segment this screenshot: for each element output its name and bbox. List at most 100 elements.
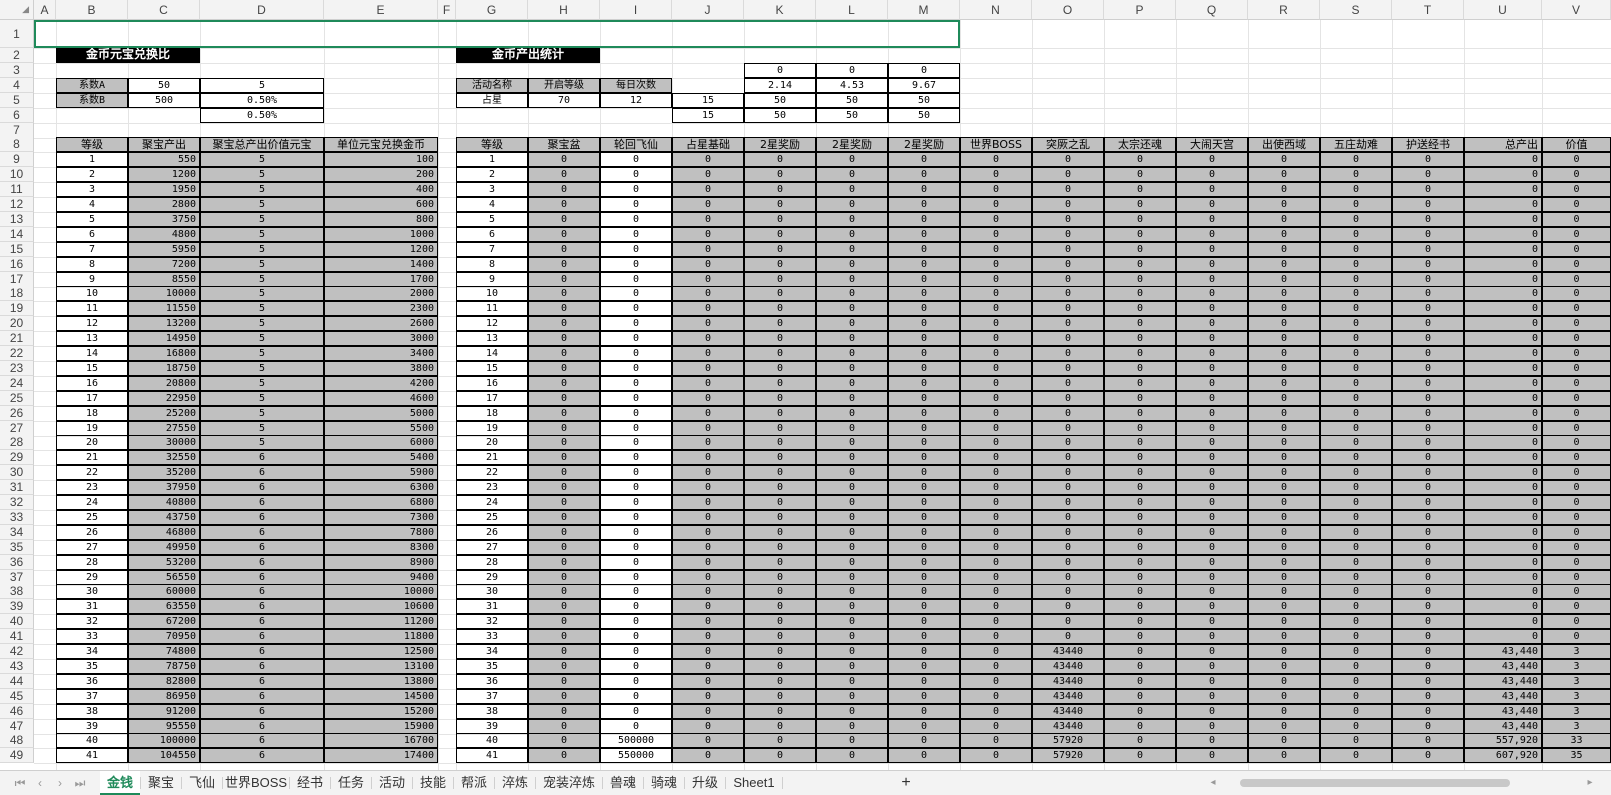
left-cell-output: 22950 [128, 390, 200, 406]
select-all-corner[interactable]: ◢ [0, 0, 34, 20]
sheet-tab-4[interactable]: 经书 [290, 771, 330, 795]
row-header-27[interactable]: 27 [0, 420, 34, 436]
row-header-5[interactable]: 5 [0, 92, 34, 108]
row-header-31[interactable]: 31 [0, 480, 34, 496]
row-header-3[interactable]: 3 [0, 62, 34, 78]
row-header-33[interactable]: 33 [0, 509, 34, 525]
sheet-tab-13[interactable]: 升级 [685, 771, 725, 795]
right-cell-l: 0 [816, 256, 888, 272]
row-header-26[interactable]: 26 [0, 405, 34, 421]
column-header-U[interactable]: U [1464, 0, 1542, 20]
scroll-right-icon[interactable]: ▸ [1582, 775, 1598, 791]
row-header-4[interactable]: 4 [0, 77, 34, 93]
row-header-48[interactable]: 48 [0, 733, 34, 749]
column-header-B[interactable]: B [56, 0, 128, 20]
row-header-37[interactable]: 37 [0, 569, 34, 585]
column-header-K[interactable]: K [744, 0, 816, 20]
column-header-D[interactable]: D [200, 0, 324, 20]
column-header-V[interactable]: V [1542, 0, 1611, 20]
row-header-13[interactable]: 13 [0, 211, 34, 227]
row-header-20[interactable]: 20 [0, 316, 34, 332]
row-header-29[interactable]: 29 [0, 450, 34, 466]
row-header-9[interactable]: 9 [0, 152, 34, 168]
row-header-14[interactable]: 14 [0, 226, 34, 242]
sheet-tab-8[interactable]: 帮派 [454, 771, 494, 795]
spreadsheet-grid[interactable]: ◢ ABCDEFGHIJKLMNOPQRSTUV 1 2 3 4 5 6 7 8 9 10 11 12… [0, 0, 1611, 770]
row-header-32[interactable]: 32 [0, 495, 34, 510]
first-sheet-icon[interactable]: ⏮ [12, 775, 28, 791]
column-header-H[interactable]: H [528, 0, 600, 20]
row-header-38[interactable]: 38 [0, 584, 34, 600]
row-header-44[interactable]: 44 [0, 673, 34, 689]
row-header-41[interactable]: 41 [0, 629, 34, 645]
column-header-N[interactable]: N [960, 0, 1032, 20]
row-header-47[interactable]: 47 [0, 718, 34, 734]
last-sheet-icon[interactable]: ⏭ [72, 775, 88, 791]
row-header-34[interactable]: 34 [0, 524, 34, 540]
row-header-25[interactable]: 25 [0, 390, 34, 406]
row-header-17[interactable]: 17 [0, 271, 34, 287]
column-header-J[interactable]: J [672, 0, 744, 20]
column-header-S[interactable]: S [1320, 0, 1392, 20]
row-header-28[interactable]: 28 [0, 435, 34, 451]
row-header-49[interactable]: 49 [0, 748, 34, 764]
right-cell-k: 0 [744, 509, 816, 525]
row-header-1[interactable]: 1 [0, 20, 34, 48]
column-header-R[interactable]: R [1248, 0, 1320, 20]
row-header-24[interactable]: 24 [0, 375, 34, 391]
row-header-39[interactable]: 39 [0, 599, 34, 615]
row-header-12[interactable]: 12 [0, 197, 34, 212]
column-header-I[interactable]: I [600, 0, 672, 20]
column-header-E[interactable]: E [324, 0, 438, 20]
scroll-left-icon[interactable]: ◂ [1205, 775, 1221, 791]
row-header-22[interactable]: 22 [0, 346, 34, 361]
column-header-O[interactable]: O [1032, 0, 1104, 20]
prev-sheet-icon[interactable]: ‹ [32, 775, 48, 791]
horizontal-scrollbar[interactable] [1240, 779, 1510, 787]
row-header-10[interactable]: 10 [0, 167, 34, 183]
sheet-tab-1[interactable]: 聚宝 [141, 771, 181, 795]
row-header-43[interactable]: 43 [0, 658, 34, 674]
sheet-tab-3[interactable]: 世界BOSS [223, 771, 289, 795]
row-header-35[interactable]: 35 [0, 539, 34, 555]
row-header-46[interactable]: 46 [0, 703, 34, 719]
row-header-18[interactable]: 18 [0, 286, 34, 302]
row-header-15[interactable]: 15 [0, 241, 34, 257]
sheet-tab-6[interactable]: 活动 [372, 771, 412, 795]
sheet-tab-2[interactable]: 飞仙 [182, 771, 222, 795]
selected-range[interactable] [34, 20, 960, 48]
row-header-19[interactable]: 19 [0, 301, 34, 317]
sheet-tab-0[interactable]: 金钱 [100, 771, 140, 795]
row-header-16[interactable]: 16 [0, 256, 34, 272]
column-header-L[interactable]: L [816, 0, 888, 20]
row-header-40[interactable]: 40 [0, 614, 34, 630]
sheet-tab-7[interactable]: 技能 [413, 771, 453, 795]
column-header-G[interactable]: G [456, 0, 528, 20]
next-sheet-icon[interactable]: › [52, 775, 68, 791]
row-header-42[interactable]: 42 [0, 644, 34, 659]
sheet-tab-5[interactable]: 任务 [331, 771, 371, 795]
row-header-7[interactable]: 7 [0, 122, 34, 138]
column-header-Q[interactable]: Q [1176, 0, 1248, 20]
row-header-8[interactable]: 8 [0, 137, 34, 153]
row-header-30[interactable]: 30 [0, 465, 34, 481]
row-header-11[interactable]: 11 [0, 182, 34, 198]
sheet-tab-9[interactable]: 淬炼 [495, 771, 535, 795]
sheet-tab-12[interactable]: 骑魂 [644, 771, 684, 795]
sheet-tab-14[interactable]: Sheet1 [726, 771, 782, 795]
sheet-tab-11[interactable]: 兽魂 [603, 771, 643, 795]
row-header-45[interactable]: 45 [0, 688, 34, 704]
column-header-T[interactable]: T [1392, 0, 1464, 20]
column-header-C[interactable]: C [128, 0, 200, 20]
column-header-A[interactable]: A [34, 0, 56, 20]
row-header-21[interactable]: 21 [0, 331, 34, 347]
row-header-2[interactable]: 2 [0, 48, 34, 63]
row-header-6[interactable]: 6 [0, 107, 34, 123]
row-header-36[interactable]: 36 [0, 554, 34, 570]
column-header-F[interactable]: F [438, 0, 456, 20]
sheet-tab-10[interactable]: 宠装淬炼 [536, 771, 602, 795]
add-sheet-button[interactable]: + [898, 775, 914, 791]
column-header-M[interactable]: M [888, 0, 960, 20]
column-header-P[interactable]: P [1104, 0, 1176, 20]
row-header-23[interactable]: 23 [0, 360, 34, 376]
